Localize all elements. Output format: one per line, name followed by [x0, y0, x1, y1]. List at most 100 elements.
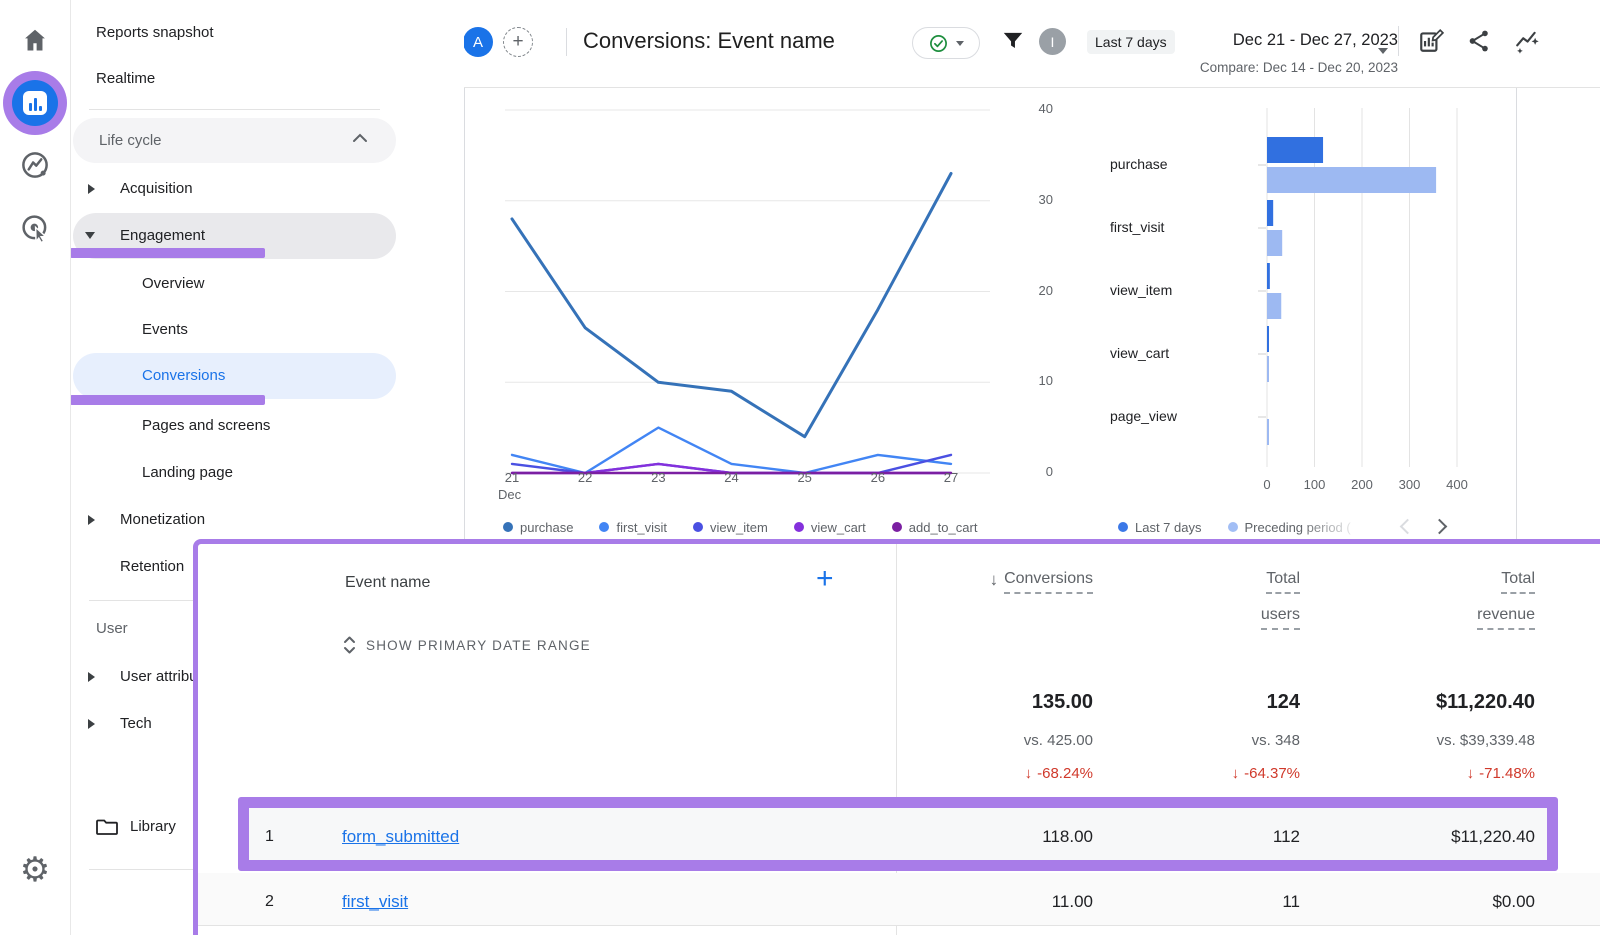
- totals-users: 124: [1267, 691, 1300, 714]
- legend-item[interactable]: view_cart: [794, 520, 866, 535]
- sidebar-item-engagement[interactable]: Engagement: [120, 227, 205, 244]
- date-range-value[interactable]: Dec 21 - Dec 27, 2023: [1233, 31, 1398, 50]
- legend-label: view_cart: [811, 520, 866, 535]
- date-chevron-down-icon[interactable]: [1378, 48, 1388, 54]
- sidebar-item-pages-and-screens[interactable]: Pages and screens: [142, 417, 270, 434]
- sidebar-item-acquisition[interactable]: Acquisition: [120, 180, 193, 197]
- axis-tick-label: 0: [1247, 477, 1287, 492]
- carousel-next-icon[interactable]: [1432, 519, 1448, 535]
- down-arrow-icon: ↓: [1232, 765, 1240, 782]
- sidebar-item-events[interactable]: Events: [142, 321, 188, 338]
- totals-conversions-change: ↓-68.24%: [1025, 765, 1093, 782]
- sidebar-item-conversions[interactable]: Conversions: [142, 367, 225, 384]
- sidebar-item-retention[interactable]: Retention: [120, 558, 184, 575]
- active-ring: [3, 71, 67, 135]
- conversions-pill[interactable]: [73, 353, 396, 399]
- legend-label: first_visit: [616, 520, 667, 535]
- legend-dot-icon: [1228, 522, 1238, 532]
- axis-tick-label: view_cart: [1110, 345, 1235, 361]
- expand-arrow-icon[interactable]: [88, 184, 95, 194]
- settings-gear-icon[interactable]: ⚙: [0, 850, 70, 890]
- explore-icon[interactable]: [0, 150, 70, 180]
- expand-arrow-icon[interactable]: [88, 515, 95, 525]
- row-divider: [198, 925, 1600, 926]
- content-divider: [464, 88, 465, 539]
- totals-revenue-vs: vs. $39,339.48: [1437, 732, 1535, 749]
- card-right-edge: [1516, 88, 1517, 539]
- nav-rail: ⚙: [0, 0, 71, 935]
- column-header-total-revenue-line1[interactable]: Total: [1501, 570, 1535, 594]
- axis-tick-label: 10: [1005, 373, 1053, 388]
- legend-fade: [1300, 516, 1375, 540]
- column-header-total-revenue-line2[interactable]: revenue: [1477, 606, 1535, 630]
- sidebar-item-realtime[interactable]: Realtime: [96, 70, 155, 87]
- row-users: 112: [1273, 827, 1300, 847]
- axis-tick-label: purchase: [1110, 156, 1235, 172]
- sidebar-item-library[interactable]: Library: [130, 818, 176, 835]
- customize-report-icon[interactable]: [1418, 28, 1444, 54]
- legend-item[interactable]: purchase: [503, 520, 573, 535]
- column-header-total-users-line1[interactable]: Total: [1266, 570, 1300, 594]
- life-cycle-label: Life cycle: [99, 132, 162, 149]
- chevron-down-icon: [956, 41, 964, 46]
- carousel-prev-icon[interactable]: [1400, 519, 1416, 535]
- axis-tick-label: 100: [1295, 477, 1335, 492]
- expand-arrow-icon[interactable]: [88, 719, 95, 729]
- legend-label: view_item: [710, 520, 768, 535]
- sidebar-item-reports-snapshot[interactable]: Reports snapshot: [96, 24, 214, 41]
- legend-dot-icon: [503, 522, 513, 532]
- home-icon[interactable]: [0, 26, 70, 54]
- totals-conversions-vs: vs. 425.00: [1024, 732, 1093, 749]
- legend-item[interactable]: view_item: [693, 520, 768, 535]
- event-link-form-submitted[interactable]: form_submitted: [342, 827, 459, 847]
- info-badge[interactable]: I: [1039, 28, 1066, 55]
- engagement-highlight-bar: [70, 248, 265, 258]
- sidebar-item-overview[interactable]: Overview: [142, 275, 205, 292]
- share-icon[interactable]: [1466, 28, 1492, 54]
- sidebar-item-landing-page[interactable]: Landing page: [142, 464, 233, 481]
- axis-tick-label: 400: [1437, 477, 1477, 492]
- event-link-first-visit[interactable]: first_visit: [342, 892, 408, 912]
- axis-tick-label: 20: [1005, 283, 1053, 298]
- sort-desc-icon: ↓: [990, 570, 999, 590]
- column-header-event-name[interactable]: Event name: [345, 574, 430, 592]
- chevron-up-icon[interactable]: [352, 133, 368, 143]
- totals-users-change: ↓-64.37%: [1232, 765, 1300, 782]
- show-primary-date-range-toggle[interactable]: SHOW PRIMARY DATE RANGE: [343, 636, 591, 654]
- reports-icon-active[interactable]: [0, 71, 70, 135]
- add-dimension-button[interactable]: +: [816, 562, 834, 596]
- line-chart-legend: purchase first_visit view_item view_cart add…: [503, 519, 1003, 539]
- axis-tick-label: 0: [1005, 464, 1053, 479]
- sidebar-item-monetization[interactable]: Monetization: [120, 511, 205, 528]
- axis-tick-label: 26: [862, 470, 894, 485]
- legend-item[interactable]: first_visit: [599, 520, 667, 535]
- advertising-icon[interactable]: [0, 213, 70, 243]
- filter-funnel-icon[interactable]: [1000, 28, 1026, 54]
- avatar[interactable]: A: [463, 27, 493, 57]
- legend-item[interactable]: Last 7 days: [1118, 520, 1202, 535]
- legend-label: add_to_cart: [909, 520, 978, 535]
- sidebar-divider: [89, 109, 380, 110]
- column-header-total-users-line2[interactable]: users: [1261, 606, 1300, 630]
- column-header-conversions[interactable]: ↓ Conversions: [990, 570, 1093, 594]
- axis-tick-label: 23: [642, 470, 674, 485]
- header-vdivider: [566, 28, 567, 56]
- expand-arrow-icon[interactable]: [88, 672, 95, 682]
- events-table-panel: Event name + ↓ Conversions Total users T…: [193, 539, 1600, 935]
- add-comparison-button[interactable]: +: [503, 27, 533, 57]
- insights-icon[interactable]: [1514, 28, 1540, 54]
- row-conversions: 118.00: [1042, 827, 1093, 847]
- report-status-chip[interactable]: [912, 27, 980, 59]
- axis-tick-label: 25: [789, 470, 821, 485]
- row-conversions: 11.00: [1052, 892, 1093, 912]
- legend-label: purchase: [520, 520, 573, 535]
- sort-chevrons-icon: [343, 636, 356, 654]
- legend-dot-icon: [794, 522, 804, 532]
- sidebar-item-tech[interactable]: Tech: [120, 715, 152, 732]
- row-rank: 1: [265, 828, 274, 846]
- check-circle-icon: [929, 34, 948, 53]
- legend-dot-icon: [599, 522, 609, 532]
- date-range-preset[interactable]: Last 7 days: [1087, 30, 1175, 54]
- legend-item[interactable]: add_to_cart: [892, 520, 978, 535]
- collapse-arrow-icon[interactable]: [85, 232, 95, 239]
